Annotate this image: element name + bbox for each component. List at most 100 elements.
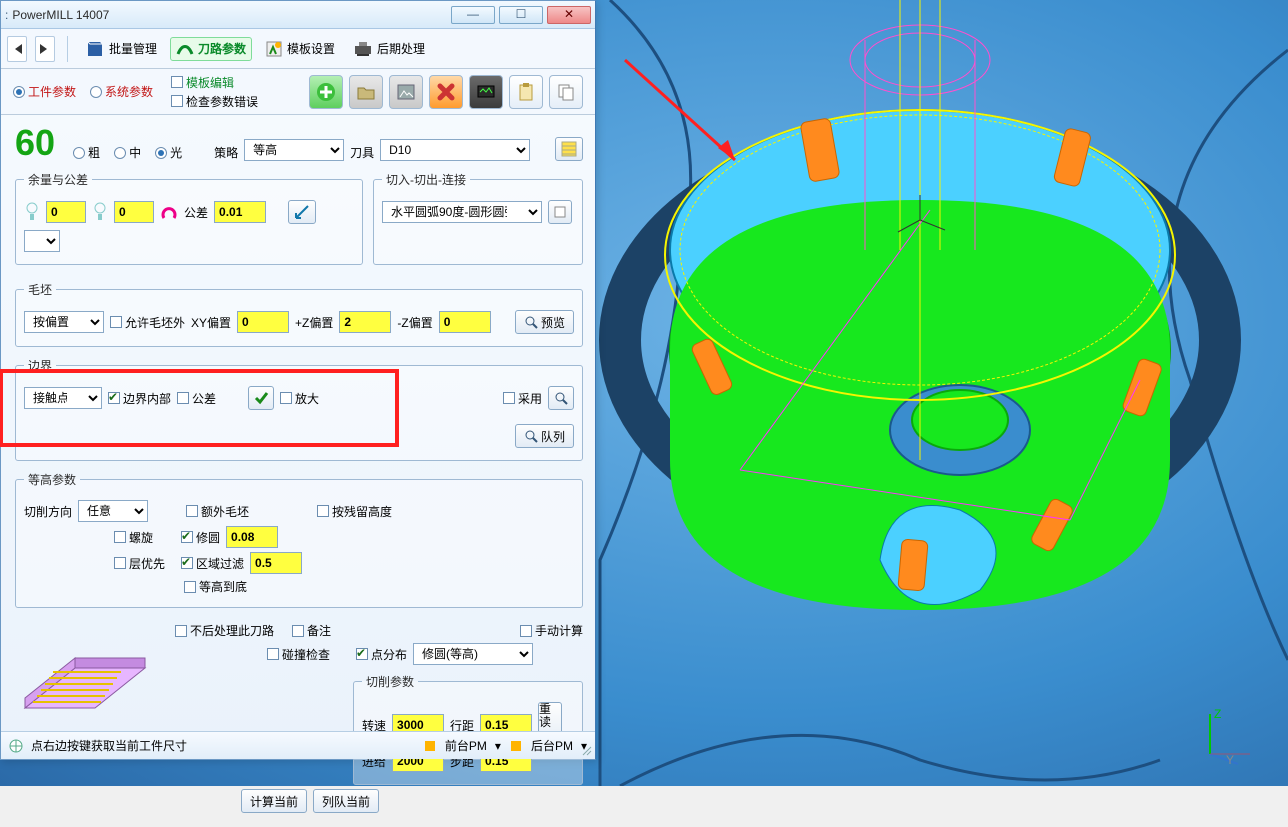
tol-label: 公差 — [184, 204, 208, 221]
zplus-input[interactable] — [339, 311, 391, 333]
cutdir-label: 切削方向 — [24, 503, 72, 520]
queue-button[interactable]: 队列 — [515, 424, 574, 448]
fillet-input[interactable] — [226, 526, 278, 548]
boundary-apply-checkbox[interactable]: 采用 — [503, 390, 542, 407]
fillet-checkbox[interactable]: 修圆 — [181, 529, 220, 546]
boundary-legend: 边界 — [24, 357, 56, 374]
region-filter-checkbox[interactable]: 区域过滤 — [181, 555, 244, 572]
footer-hint: 点右边按键获取当前工件尺寸 — [31, 737, 187, 754]
cutparams-legend: 切削参数 — [362, 673, 418, 690]
template-settings-button[interactable]: 模板设置 — [260, 38, 340, 60]
back-pm-button[interactable]: 后台PM — [531, 737, 573, 754]
magnifier-icon — [524, 429, 538, 443]
toolpath-label: 刀路参数 — [198, 40, 246, 57]
axis-button[interactable] — [288, 200, 316, 224]
folder-button[interactable] — [349, 75, 383, 109]
boundary-enlarge-checkbox[interactable]: 放大 — [280, 390, 319, 407]
strategy-select[interactable]: 等高 — [244, 139, 344, 161]
minimize-button[interactable]: — — [451, 6, 495, 24]
xy-offset-input[interactable] — [237, 311, 289, 333]
allowance2-input[interactable] — [114, 201, 154, 223]
delete-x-button[interactable] — [429, 75, 463, 109]
boundary-tol-checkbox[interactable]: 公差 — [177, 390, 216, 407]
add-button[interactable] — [309, 75, 343, 109]
boundary-confirm-button[interactable] — [248, 386, 274, 410]
region-filter-input[interactable] — [250, 552, 302, 574]
resize-grip-icon[interactable] — [581, 745, 593, 757]
inout-legend: 切入-切出-连接 — [382, 171, 470, 188]
status-bar: 点右边按键获取当前工件尺寸 前台PM ▾ 后台PM ▾ — [1, 731, 595, 759]
template-icon — [265, 40, 283, 58]
batch-label: 批量管理 — [109, 40, 157, 57]
workpiece-params-radio[interactable]: 工件参数 — [13, 83, 76, 100]
batch-manage-button[interactable]: 批量管理 — [80, 37, 162, 61]
stock-legend: 毛坯 — [24, 281, 56, 298]
spiral-checkbox[interactable]: 螺旋 — [114, 529, 153, 546]
book-icon — [85, 39, 105, 59]
close-button[interactable]: ✕ — [547, 6, 591, 24]
fine-radio[interactable]: 光 — [155, 144, 182, 161]
front-pm-button[interactable]: 前台PM — [445, 737, 487, 754]
copy-button[interactable] — [549, 75, 583, 109]
rough-radio[interactable]: 粗 — [73, 144, 100, 161]
image-button[interactable] — [389, 75, 423, 109]
calc-now-button[interactable]: 计算当前 — [241, 789, 307, 813]
machine-icon — [353, 40, 373, 58]
queue-now-button[interactable]: 列队当前 — [313, 789, 379, 813]
leads-select[interactable]: 水平圆弧90度-圆形圆弧 — [382, 201, 542, 223]
sequence-number: 60 — [15, 125, 55, 161]
contour-legend: 等高参数 — [24, 471, 80, 488]
nav-next-button[interactable] — [35, 36, 55, 62]
boundary-mode-select[interactable]: 接触点 — [24, 387, 102, 409]
mid-radio[interactable]: 中 — [114, 144, 141, 161]
by-remain-checkbox[interactable]: 按残留高度 — [317, 503, 392, 520]
collision-checkbox[interactable]: 碰撞检查 — [267, 646, 330, 663]
to-bottom-checkbox[interactable]: 等高到底 — [184, 578, 247, 595]
tool-info-button[interactable] — [555, 137, 583, 161]
toolpath-params-button[interactable]: 刀路参数 — [170, 37, 252, 61]
magnifier-icon — [524, 315, 538, 329]
no-post-checkbox[interactable]: 不后处理此刀路 — [175, 622, 274, 639]
nav-first-button[interactable] — [7, 36, 27, 62]
stock-mode-select[interactable]: 按偏置量 — [24, 311, 104, 333]
manual-calc-checkbox[interactable]: 手动计算 — [520, 622, 583, 639]
main-toolbar: 批量管理 刀路参数 模板设置 后期处理 — [1, 29, 595, 69]
pm-icon — [423, 739, 437, 753]
clipboard-button[interactable] — [509, 75, 543, 109]
cutdir-select[interactable]: 任意 — [78, 500, 148, 522]
monitor-button[interactable] — [469, 75, 503, 109]
window-title: PowerMILL 14007 — [12, 8, 451, 22]
tool-select[interactable]: D10 — [380, 139, 530, 161]
layer-first-checkbox[interactable]: 层优先 — [114, 555, 165, 572]
axis-gizmo: Z Y — [1198, 706, 1258, 766]
zminus-label: -Z偏置 — [397, 314, 432, 331]
post-process-button[interactable]: 后期处理 — [348, 38, 430, 60]
strategy-preview — [15, 618, 155, 731]
leads-edit-button[interactable] — [548, 200, 572, 224]
zplus-label: +Z偏置 — [295, 314, 333, 331]
pointdist-select[interactable]: 修圆(等高) — [413, 643, 533, 665]
system-params-radio[interactable]: 系统参数 — [90, 83, 153, 100]
svg-text:Z: Z — [1214, 707, 1221, 721]
note-checkbox[interactable]: 备注 — [292, 622, 331, 639]
strategy-label: 策略 — [214, 144, 238, 161]
template-label: 模板设置 — [287, 40, 335, 57]
tolerance-legend: 余量与公差 — [24, 171, 92, 188]
check-params-checkbox[interactable]: 检查参数错误 — [171, 93, 258, 110]
template-edit-checkbox[interactable]: 模板编辑 — [171, 74, 258, 91]
allow-outside-checkbox[interactable]: 允许毛坯外 — [110, 314, 185, 331]
extra-stock-checkbox[interactable]: 额外毛坯 — [186, 503, 249, 520]
pointdist-checkbox[interactable]: 点分布 — [356, 646, 407, 663]
titlebar[interactable]: : PowerMILL 14007 — ☐ ✕ — [1, 1, 595, 29]
maximize-button[interactable]: ☐ — [499, 6, 543, 24]
boundary-inside-checkbox[interactable]: 边界内部 — [108, 390, 171, 407]
allowance1-input[interactable] — [46, 201, 86, 223]
post-label: 后期处理 — [377, 40, 425, 57]
boundary-zoom-button[interactable] — [548, 386, 574, 410]
zminus-input[interactable] — [439, 311, 491, 333]
axis-select[interactable] — [24, 230, 60, 252]
preview-button[interactable]: 预览 — [515, 310, 574, 334]
magnifier-icon — [554, 391, 568, 405]
secondary-toolbar: 工件参数 系统参数 模板编辑 检查参数错误 — [1, 69, 595, 115]
tolerance-input[interactable] — [214, 201, 266, 223]
